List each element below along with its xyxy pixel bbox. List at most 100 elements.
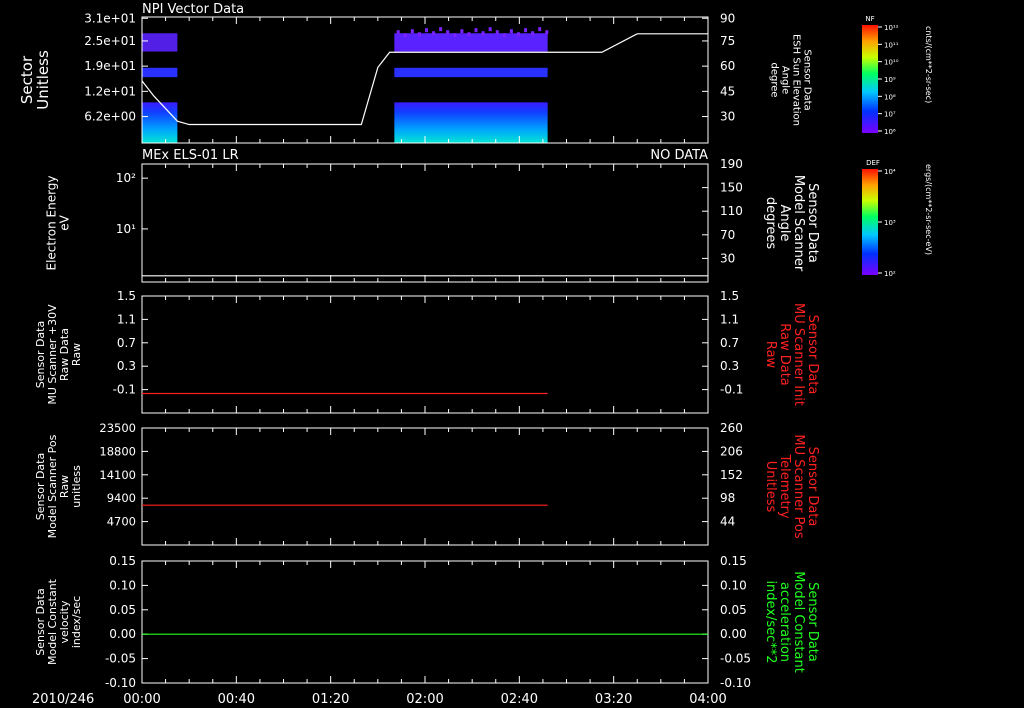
- time-tick-label: 03:20: [595, 692, 632, 707]
- colorbar-tick-label: 10¹⁰: [884, 59, 899, 67]
- time-tick-label: 04:00: [689, 692, 726, 707]
- colorbar-nf: NF 10¹² 10¹¹ 10¹⁰ 10⁹ 10⁸ 10⁷ 10⁶ cnts/(cm**2-…: [862, 15, 933, 136]
- panel2-no-data: NO DATA: [650, 148, 708, 163]
- spectrogram-band: [142, 67, 178, 78]
- right-axis-label: Angle: [780, 66, 791, 94]
- right-axis-label: Sensor Data: [802, 49, 813, 110]
- right-axis-label: Sensor Data: [805, 183, 820, 263]
- panel-frame: [141, 295, 709, 414]
- left-tick-label: -0.05: [105, 652, 136, 666]
- right-tick-label: 75: [720, 34, 735, 48]
- panel1-title: NPI Vector Data: [142, 2, 244, 17]
- panel-2: 10² 10¹ 190 150 110 70 30 Electron Energy eV Sens…: [45, 157, 820, 283]
- spectrogram-speck: [502, 33, 506, 38]
- left-tick-label: 1.2e+01: [84, 84, 136, 98]
- right-axis-label: ESH Sun Elevation: [791, 34, 802, 126]
- right-axis-label: degree: [769, 62, 780, 97]
- right-tick-label: -0.10: [720, 676, 751, 690]
- right-axis-label: Raw: [763, 341, 778, 369]
- colorbar-def-unit: ergs/(cm**2-sr-sec-eV): [924, 164, 933, 255]
- left-tick-label: 2.5e+01: [84, 34, 136, 48]
- left-tick-label: 0.15: [109, 554, 136, 568]
- right-tick-label: 0.00: [720, 627, 747, 641]
- spectrogram-speck: [467, 32, 471, 37]
- right-axis-label: degrees: [763, 197, 778, 250]
- left-tick-label: 1.1: [117, 312, 136, 326]
- right-tick-label: 190: [720, 157, 743, 171]
- spectrogram-block: [394, 102, 548, 143]
- colorbar-nf-label: NF: [865, 15, 874, 23]
- panel-3: 1.5 1.1 0.7 0.3 -0.1 1.5 1.1 0.7 0.3 -0.1 Sensor D…: [34, 289, 820, 414]
- right-tick-label: 152: [720, 468, 743, 482]
- right-tick-label: 45: [720, 84, 735, 98]
- left-tick-label: 4700: [107, 515, 136, 529]
- panel-frame: [141, 560, 709, 684]
- right-axis-label: Model Scanner: [791, 175, 806, 272]
- right-axis-label: Sensor Data: [805, 447, 820, 527]
- left-axis-label: Unitless: [34, 50, 52, 110]
- right-axis-label: index/sec**2: [763, 580, 778, 663]
- colorbar-tick-label: 10⁶: [884, 128, 896, 136]
- right-tick-label: 44: [720, 515, 735, 529]
- spectrogram-speck: [538, 27, 542, 32]
- time-tick-label: 02:00: [406, 692, 443, 707]
- spectrogram-speck: [495, 30, 499, 35]
- spectrogram-speck: [481, 31, 485, 36]
- panel-4: 23500 18800 14100 9400 4700 260 206 152 98 44 Sens…: [34, 421, 820, 546]
- right-axis-label: Raw Data: [777, 323, 792, 386]
- spectrogram-band-top: [394, 33, 548, 52]
- panel-frame: [141, 163, 709, 283]
- left-axis-label: index/sec: [70, 596, 83, 648]
- colorbar-tick-label: 10³: [884, 219, 896, 227]
- spectrogram-speck: [509, 29, 513, 34]
- panel-frame: [141, 427, 709, 546]
- time-tick-label: 01:20: [312, 692, 349, 707]
- spectrogram-speck: [439, 27, 443, 32]
- spectrogram-speck: [474, 28, 478, 33]
- right-tick-label: 0.7: [720, 336, 739, 350]
- spectrogram-speck: [524, 28, 528, 33]
- spectrogram-speck: [516, 32, 520, 37]
- panel2-title: MEx ELS-01 LR: [142, 148, 239, 163]
- left-tick-label: 18800: [99, 444, 136, 458]
- left-tick-label: -0.1: [113, 383, 136, 397]
- colorbar-tick-label: 10²: [884, 270, 896, 278]
- right-tick-label: -0.1: [720, 383, 743, 397]
- right-axis-label: Angle: [777, 205, 792, 242]
- left-tick-label: 10²: [116, 171, 136, 185]
- right-tick-label: 0.3: [720, 359, 739, 373]
- right-tick-label: 110: [720, 204, 743, 218]
- right-tick-label: -0.05: [720, 652, 751, 666]
- left-tick-label: 0.05: [109, 603, 136, 617]
- spectrogram-speck: [453, 33, 457, 38]
- colorbar-tick-label: 10⁸: [884, 93, 896, 101]
- right-tick-label: 60: [720, 59, 735, 73]
- left-tick-label: 1.5: [117, 289, 136, 303]
- left-axis-label: eV: [58, 214, 72, 230]
- left-tick-label: 0.7: [117, 336, 136, 350]
- right-axis-label: Sensor Data: [805, 582, 820, 662]
- right-tick-label: 150: [720, 181, 743, 195]
- left-tick-label: 6.2e+00: [84, 110, 136, 124]
- spectrogram-speck: [432, 31, 436, 36]
- right-axis-label: Sensor Data: [805, 315, 820, 395]
- spectrogram-speck: [396, 30, 400, 35]
- spectrogram-speck: [531, 31, 535, 36]
- spectrogram-band-top: [142, 33, 178, 52]
- spectrogram-speck: [410, 29, 414, 34]
- right-tick-label: 30: [720, 110, 735, 124]
- left-tick-label: 0.3: [117, 359, 136, 373]
- right-tick-label: 70: [720, 228, 735, 242]
- right-tick-label: 98: [720, 491, 735, 505]
- time-tick-label: 00:40: [218, 692, 255, 707]
- right-axis-label: Unitless: [763, 461, 778, 513]
- right-axis-label: MU Scanner Pos: [791, 434, 806, 539]
- spectrogram-speck: [545, 30, 549, 35]
- right-axis-label: Model Constant: [791, 571, 806, 673]
- right-axis-label: Telemetry: [777, 453, 792, 518]
- spectrogram-speck: [425, 28, 428, 33]
- plot-stage: NPI Vector Data MEx ELS-01 LR NO DATA NF…: [18, 2, 933, 707]
- colorbar-def-label: DEF: [866, 159, 880, 167]
- right-tick-label: 30: [720, 251, 735, 265]
- right-axis-label: MU Scanner Init: [791, 303, 806, 406]
